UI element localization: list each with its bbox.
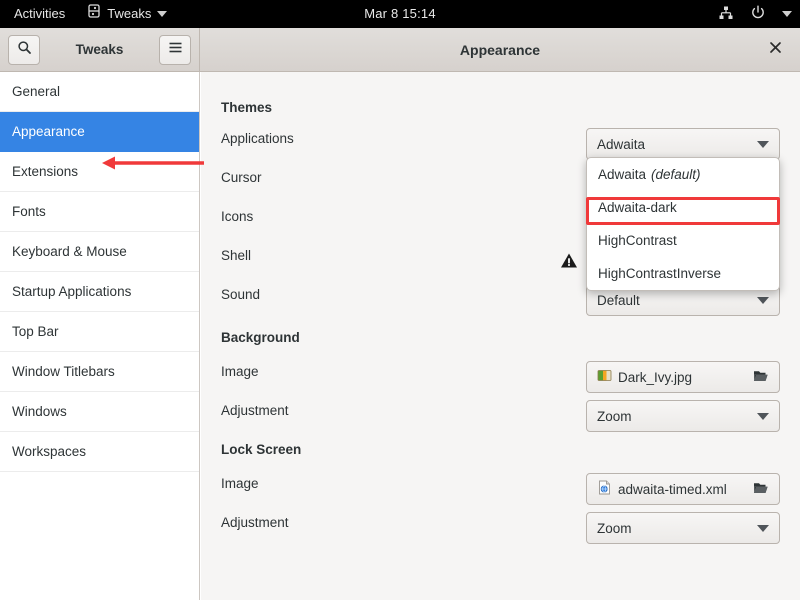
- sidebar-header: Tweaks: [0, 27, 200, 72]
- row-label-background-image: Image: [221, 364, 259, 379]
- combobox-value: Default: [597, 292, 640, 308]
- sidebar-item-label: Keyboard & Mouse: [12, 244, 127, 259]
- close-icon: [769, 41, 782, 58]
- row-label-background-adjustment: Adjustment: [221, 403, 289, 418]
- gnome-top-bar: Activities Tweaks Mar 8 15:14: [0, 0, 800, 28]
- dropdown-option-label: HighContrastInverse: [598, 266, 722, 281]
- warning-triangle-icon: [560, 252, 578, 270]
- chevron-down-icon: [757, 296, 769, 304]
- power-icon[interactable]: [750, 5, 766, 24]
- sidebar-item-windows[interactable]: Windows: [0, 392, 199, 432]
- sidebar-item-fonts[interactable]: Fonts: [0, 192, 199, 232]
- sidebar-item-top-bar[interactable]: Top Bar: [0, 312, 199, 352]
- close-button[interactable]: [764, 39, 786, 61]
- row-label-themes-applications: Applications: [221, 131, 294, 146]
- combobox-value: Adwaita: [597, 136, 646, 152]
- sidebar-item-workspaces[interactable]: Workspaces: [0, 432, 199, 472]
- search-button[interactable]: [8, 34, 40, 65]
- dropdown-option-highcontrastinverse[interactable]: HighContrastInverse: [587, 257, 779, 290]
- dropdown-option-adwaita[interactable]: Adwaita (default): [587, 158, 779, 191]
- combobox-value: Zoom: [597, 408, 632, 424]
- system-status-area[interactable]: [718, 0, 792, 28]
- sidebar-item-label: Startup Applications: [12, 284, 132, 299]
- row-label-themes-icons: Icons: [221, 209, 254, 224]
- dropdown-option-label: Adwaita: [598, 167, 647, 182]
- combobox-themes-applications[interactable]: Adwaita: [586, 128, 780, 160]
- system-menu-chevron-down-icon[interactable]: [782, 11, 792, 17]
- xml-file-icon: [597, 480, 612, 498]
- sidebar-item-label: Workspaces: [12, 444, 87, 459]
- wired-network-icon[interactable]: [718, 5, 734, 24]
- section-title-themes: Themes: [221, 100, 273, 115]
- sidebar-item-label: Appearance: [12, 124, 85, 139]
- row-label-lock-screen-adjustment: Adjustment: [221, 515, 289, 530]
- image-file-icon: [597, 368, 612, 386]
- file-chooser-background-image[interactable]: Dark_Ivy.jpg: [586, 361, 780, 393]
- appearance-settings-panel: Themes Applications Adwaita Cursor Adwaita Ic…: [201, 72, 800, 600]
- page-title: Appearance: [459, 41, 541, 58]
- chevron-down-icon: [757, 412, 769, 420]
- sidebar-nav-list[interactable]: General Appearance Extensions Fonts Keyboard…: [0, 72, 200, 600]
- section-title-lock-screen: Lock Screen: [221, 442, 302, 457]
- dropdown-option-label: HighContrast: [598, 233, 677, 248]
- file-chooser-lock-screen-image[interactable]: adwaita-timed.xml: [586, 473, 780, 505]
- sidebar-item-label: General: [12, 84, 61, 99]
- hamburger-menu-icon: [168, 41, 183, 59]
- clock[interactable]: Mar 8 15:14: [0, 0, 800, 28]
- window-header-bar: Tweaks Appearance: [0, 27, 800, 72]
- sidebar-item-keyboard-mouse[interactable]: Keyboard & Mouse: [0, 232, 199, 272]
- dropdown-option-highcontrast[interactable]: HighContrast: [587, 224, 779, 257]
- sidebar-item-label: Windows: [12, 404, 67, 419]
- sidebar-item-window-titlebars[interactable]: Window Titlebars: [0, 352, 199, 392]
- sidebar-title: Tweaks: [75, 42, 124, 57]
- combobox-lock-screen-adjustment[interactable]: Zoom: [586, 512, 780, 544]
- dropdown-option-adwaita-dark[interactable]: Adwaita-dark: [587, 191, 779, 224]
- sidebar-item-label: Top Bar: [12, 324, 59, 339]
- sidebar-item-label: Extensions: [12, 164, 79, 179]
- section-title-background: Background: [221, 330, 300, 345]
- chevron-down-icon: [757, 524, 769, 532]
- sidebar-item-label: Fonts: [12, 204, 46, 219]
- tweaks-window: Tweaks Appearance General Appearance Ext…: [0, 27, 800, 600]
- sidebar-item-extensions[interactable]: Extensions: [0, 152, 199, 192]
- sidebar-item-startup-applications[interactable]: Startup Applications: [0, 272, 199, 312]
- row-label-themes-shell: Shell: [221, 248, 252, 263]
- search-icon: [17, 40, 32, 60]
- chevron-down-icon: [757, 140, 769, 148]
- sidebar-item-appearance[interactable]: Appearance: [0, 112, 199, 152]
- row-label-lock-screen-image: Image: [221, 476, 259, 491]
- combobox-background-adjustment[interactable]: Zoom: [586, 400, 780, 432]
- sidebar-item-label: Window Titlebars: [12, 364, 115, 379]
- dropdown-option-label: Adwaita-dark: [598, 200, 677, 215]
- file-chooser-label: adwaita-timed.xml: [618, 481, 727, 497]
- combobox-value: Zoom: [597, 520, 632, 536]
- row-label-themes-cursor: Cursor: [221, 170, 262, 185]
- open-folder-icon[interactable]: [753, 368, 769, 386]
- open-folder-icon[interactable]: [753, 480, 769, 498]
- applications-theme-dropdown[interactable]: Adwaita (default) Adwaita-dark HighContrast…: [586, 157, 780, 291]
- sidebar-item-general[interactable]: General: [0, 72, 199, 112]
- row-label-themes-sound: Sound: [221, 287, 261, 302]
- main-menu-button[interactable]: [159, 34, 191, 65]
- file-chooser-label: Dark_Ivy.jpg: [618, 369, 693, 385]
- dropdown-option-suffix: (default): [651, 167, 701, 182]
- window-title-area: Appearance: [200, 28, 800, 72]
